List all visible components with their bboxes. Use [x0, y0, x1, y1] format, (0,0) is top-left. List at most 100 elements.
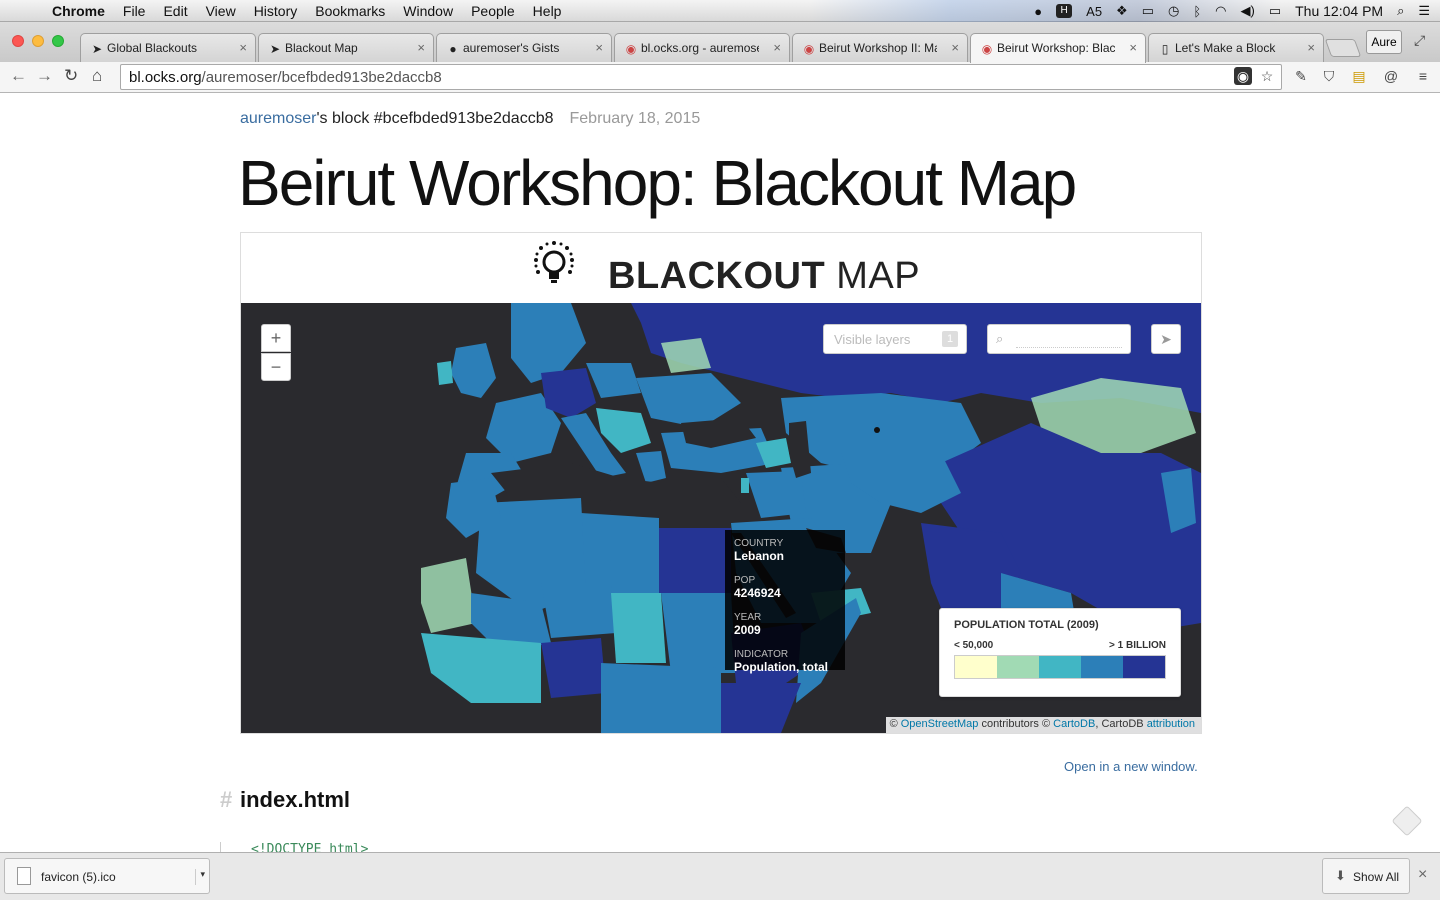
menu-icon[interactable]: ≡ — [1414, 67, 1432, 85]
tab-title: Let's Make a Block — [1175, 41, 1276, 55]
close-icon[interactable]: × — [1307, 40, 1315, 55]
address-bar[interactable]: bl.ocks.org/auremoser/bcefbded913be2dacc… — [120, 64, 1282, 90]
close-icon[interactable]: × — [1129, 40, 1137, 55]
cartodb-link[interactable]: CartoDB — [1053, 718, 1095, 730]
openstreetmap-link[interactable]: OpenStreetMap — [901, 718, 979, 730]
notification-center-icon[interactable]: ☰ — [1418, 3, 1430, 19]
bookmark-star-icon[interactable]: ☆ — [1258, 67, 1276, 85]
h-status-icon[interactable]: H — [1056, 4, 1073, 18]
choropleth-map[interactable]: + − Visible layers 1 ⌕ ➤ COUNTRY Lebanon… — [241, 303, 1201, 733]
country-egypt — [659, 528, 731, 593]
notification-icon[interactable]: ● — [1034, 4, 1042, 19]
paper-plane-icon: ➤ — [1160, 331, 1172, 347]
time-machine-icon[interactable]: ◷ — [1168, 3, 1179, 19]
close-icon[interactable]: × — [773, 40, 781, 55]
close-window-button[interactable] — [12, 35, 24, 47]
zoom-window-button[interactable] — [52, 35, 64, 47]
menu-view[interactable]: View — [206, 3, 236, 19]
wifi-icon[interactable]: ◠ — [1215, 3, 1226, 19]
download-arrow-icon: ⬇ — [1335, 868, 1346, 883]
section-anchor-hash[interactable]: # — [220, 787, 232, 813]
close-icon[interactable]: × — [239, 40, 247, 55]
home-icon[interactable]: ⌂ — [92, 66, 102, 86]
tab-lets-make-a-block[interactable]: ▯ Let's Make a Block × — [1148, 33, 1324, 62]
country-lebanon — [741, 478, 749, 493]
close-icon[interactable]: × — [951, 40, 959, 55]
menu-window[interactable]: Window — [403, 3, 453, 19]
forward-icon[interactable]: → — [36, 66, 53, 86]
menu-app-chrome[interactable]: Chrome — [52, 3, 105, 19]
legend-swatch-2 — [1039, 656, 1081, 678]
mail-extension-icon[interactable]: @ — [1382, 67, 1400, 85]
city-marker — [874, 427, 880, 433]
tab-title: Beirut Workshop: Blackout Map — [997, 41, 1115, 55]
show-all-downloads-button[interactable]: ⬇ Show All — [1322, 858, 1410, 894]
menu-help[interactable]: Help — [533, 3, 562, 19]
map-attribution: © OpenStreetMap contributors © CartoDB, … — [885, 717, 1201, 733]
close-icon[interactable]: × — [1418, 866, 1427, 884]
legend-max-label: > 1 BILLION — [1109, 640, 1166, 651]
eyedropper-extension-icon[interactable]: ✎ — [1292, 67, 1310, 85]
dropbox-icon[interactable]: ❖ — [1116, 3, 1128, 19]
fork-diamond-icon[interactable] — [1391, 805, 1423, 837]
tab-blocks-auremoser[interactable]: ◉ bl.ocks.org - auremoser × — [614, 33, 790, 62]
menu-history[interactable]: History — [254, 3, 298, 19]
download-shelf: favicon (5).ico ▾ ⬇ Show All × — [0, 852, 1440, 900]
adobe-status-icon[interactable]: A5 — [1086, 4, 1102, 19]
menu-file[interactable]: File — [123, 3, 146, 19]
legend-swatch-4 — [1123, 656, 1165, 678]
tab-auremoser-gists[interactable]: ● auremoser's Gists × — [436, 33, 612, 62]
battery-icon[interactable]: ▭ — [1269, 3, 1281, 19]
camera-extension-icon[interactable]: ◉ — [1234, 67, 1252, 85]
share-button[interactable]: ➤ — [1151, 324, 1181, 354]
lightbulb-icon — [534, 241, 574, 283]
country-ireland — [437, 361, 453, 385]
block-date: February 18, 2015 — [569, 110, 701, 127]
map-search[interactable]: ⌕ — [987, 324, 1131, 354]
reload-icon[interactable]: ↻ — [64, 66, 78, 86]
attribution-link[interactable]: attribution — [1147, 718, 1195, 730]
chevron-down-icon[interactable]: ▾ — [195, 869, 205, 885]
spotlight-icon[interactable]: ⌕ — [1397, 3, 1404, 19]
menu-people[interactable]: People — [471, 3, 515, 19]
open-new-window-link[interactable]: Open in a new window. — [1064, 759, 1198, 774]
tooltip-indicator-value: Population, total — [734, 660, 828, 674]
clock[interactable]: Thu 12:04 PM — [1295, 3, 1383, 19]
adobe-status-count: 5 — [1094, 3, 1103, 19]
tooltip-pop-label: POP — [734, 575, 756, 586]
tab-global-blackouts[interactable]: ➤ Global Blackouts × — [80, 33, 256, 62]
map-heading: BLACKOUT MAP — [608, 255, 920, 298]
globe-icon: ◉ — [981, 42, 993, 56]
menu-edit[interactable]: Edit — [163, 3, 187, 19]
download-item[interactable]: favicon (5).ico ▾ — [4, 858, 210, 894]
close-icon[interactable]: × — [417, 40, 425, 55]
visible-layers-button[interactable]: Visible layers 1 — [823, 324, 967, 354]
country-east-africa — [721, 683, 801, 733]
layers-count-badge: 1 — [942, 331, 958, 347]
tooltip-year-label: YEAR — [734, 612, 762, 623]
airplay-icon[interactable]: ▭ — [1142, 3, 1154, 19]
volume-icon[interactable]: ◀) — [1241, 3, 1255, 19]
address-path: /auremoser/bcefbded913be2daccb8 — [201, 69, 442, 86]
gist-id[interactable]: #bcefbded913be2daccb8 — [374, 110, 554, 127]
author-link[interactable]: auremoser — [240, 110, 316, 127]
back-icon[interactable]: ← — [10, 66, 27, 86]
profile-button[interactable]: Aure — [1366, 30, 1402, 54]
map-search-input[interactable] — [1016, 332, 1122, 348]
fullscreen-icon[interactable]: ⤢ — [1414, 32, 1425, 49]
bluetooth-icon[interactable]: ᛒ — [1193, 4, 1201, 19]
cursor-icon: ➤ — [91, 42, 103, 56]
note-extension-icon[interactable]: ▤ — [1350, 67, 1368, 85]
tab-title: Global Blackouts — [107, 41, 198, 55]
tab-blackout-map[interactable]: ➤ Blackout Map × — [258, 33, 434, 62]
country-uk — [451, 343, 496, 398]
menu-bookmarks[interactable]: Bookmarks — [315, 3, 385, 19]
zoom-out-button[interactable]: − — [261, 353, 291, 381]
tab-beirut-workshop-blackout[interactable]: ◉ Beirut Workshop: Blackout Map × — [970, 33, 1146, 63]
close-icon[interactable]: × — [595, 40, 603, 55]
minimize-window-button[interactable] — [32, 35, 44, 47]
new-tab-button[interactable] — [1324, 39, 1362, 57]
zoom-in-button[interactable]: + — [261, 324, 291, 352]
pocket-icon[interactable]: ⛉ — [1320, 67, 1338, 85]
tab-beirut-workshop-ii[interactable]: ◉ Beirut Workshop II: Map × — [792, 33, 968, 62]
